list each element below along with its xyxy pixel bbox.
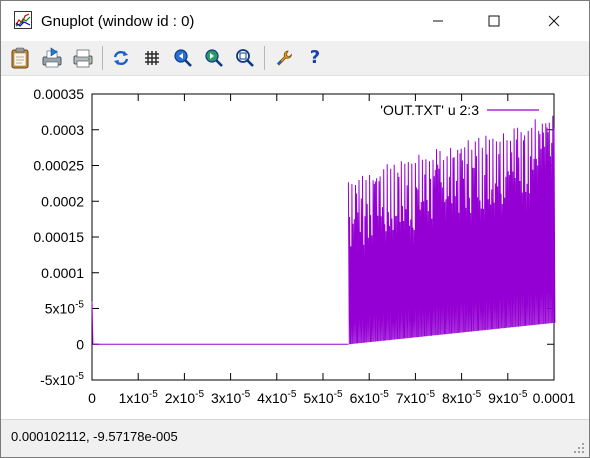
toggle-grid-button[interactable] <box>141 47 163 69</box>
y-tick-label: 0.0002 <box>41 193 84 209</box>
title-bar[interactable]: Gnuplot (window id : 0) <box>1 1 589 41</box>
x-tick-label: 0.0001 <box>533 390 576 406</box>
toolbar: ? <box>1 41 589 76</box>
close-button[interactable] <box>531 1 577 41</box>
wrench-icon <box>276 50 292 66</box>
gnuplot-app-icon <box>14 11 32 29</box>
maximize-icon <box>488 15 500 27</box>
x-tick-label: 5x10-5 <box>303 389 343 406</box>
autoscale-button[interactable] <box>234 47 256 69</box>
window-title: Gnuplot (window id : 0) <box>41 13 195 30</box>
legend-label: 'OUT.TXT' u 2:3 <box>380 102 479 118</box>
print-button[interactable] <box>41 47 63 69</box>
gnuplot-window: Gnuplot (window id : 0) ? 0.00035 0.0003… <box>0 0 590 458</box>
y-tick-label: 0 <box>76 336 84 352</box>
replot-button[interactable] <box>110 47 132 69</box>
size-grip-icon[interactable] <box>573 442 585 454</box>
y-tick-label: 0.0001 <box>41 265 84 281</box>
y-tick-label: 0.00015 <box>33 229 84 245</box>
refresh-icon <box>113 50 129 66</box>
autoscale-icon <box>236 49 254 67</box>
plot-area[interactable]: 0.00035 0.0003 0.00025 0.0002 0.00015 0.0001 5… <box>1 76 589 419</box>
series-oscillation <box>347 115 556 345</box>
minimize-icon <box>433 20 443 22</box>
series-line-segment <box>91 301 94 345</box>
copy-to-clipboard-button[interactable] <box>9 47 31 69</box>
x-tick-label: 8x10-5 <box>442 389 482 406</box>
maximize-button[interactable] <box>471 1 517 41</box>
x-tick-label: 6x10-5 <box>350 389 390 406</box>
print-preview-button[interactable] <box>72 47 94 69</box>
minimize-button[interactable] <box>415 1 461 41</box>
help-icon: ? <box>309 47 321 68</box>
x-tick-label: 0 <box>88 390 96 406</box>
plot-svg: 0.00035 0.0003 0.00025 0.0002 0.00015 0.0001 5… <box>33 86 576 406</box>
grid-icon <box>145 51 159 65</box>
x-tick-label: 4x10-5 <box>257 389 297 406</box>
clipboard-icon <box>11 47 29 69</box>
y-tick-label: 0.00035 <box>33 86 84 102</box>
toolbar-separator <box>102 46 103 70</box>
x-tick-label: 1x10-5 <box>119 389 159 406</box>
options-button[interactable] <box>273 47 295 69</box>
zoom-next-button[interactable] <box>203 47 225 69</box>
zoom-previous-button[interactable] <box>172 47 194 69</box>
x-tick-label: 9x10-5 <box>488 389 528 406</box>
zoom-next-icon <box>205 49 223 67</box>
printer-icon <box>73 49 93 68</box>
status-bar: 0.000102112, -9.57178e-005 <box>1 419 589 457</box>
y-tick-label: 5x10-5 <box>45 300 85 317</box>
y-tick-label: 0.0003 <box>41 122 84 138</box>
x-tick-label: 7x10-5 <box>396 389 436 406</box>
toolbar-separator <box>264 46 265 70</box>
mouse-coordinates-status: 0.000102112, -9.57178e-005 <box>11 429 178 444</box>
y-tick-label: -5x10-5 <box>40 371 84 388</box>
y-tick-label: 0.00025 <box>33 158 84 174</box>
x-tick-label: 2x10-5 <box>165 389 205 406</box>
x-tick-label: 3x10-5 <box>211 389 251 406</box>
help-button[interactable]: ? <box>304 47 326 69</box>
close-icon <box>548 15 560 27</box>
zoom-previous-icon <box>174 49 192 67</box>
printer-export-icon <box>42 47 62 68</box>
